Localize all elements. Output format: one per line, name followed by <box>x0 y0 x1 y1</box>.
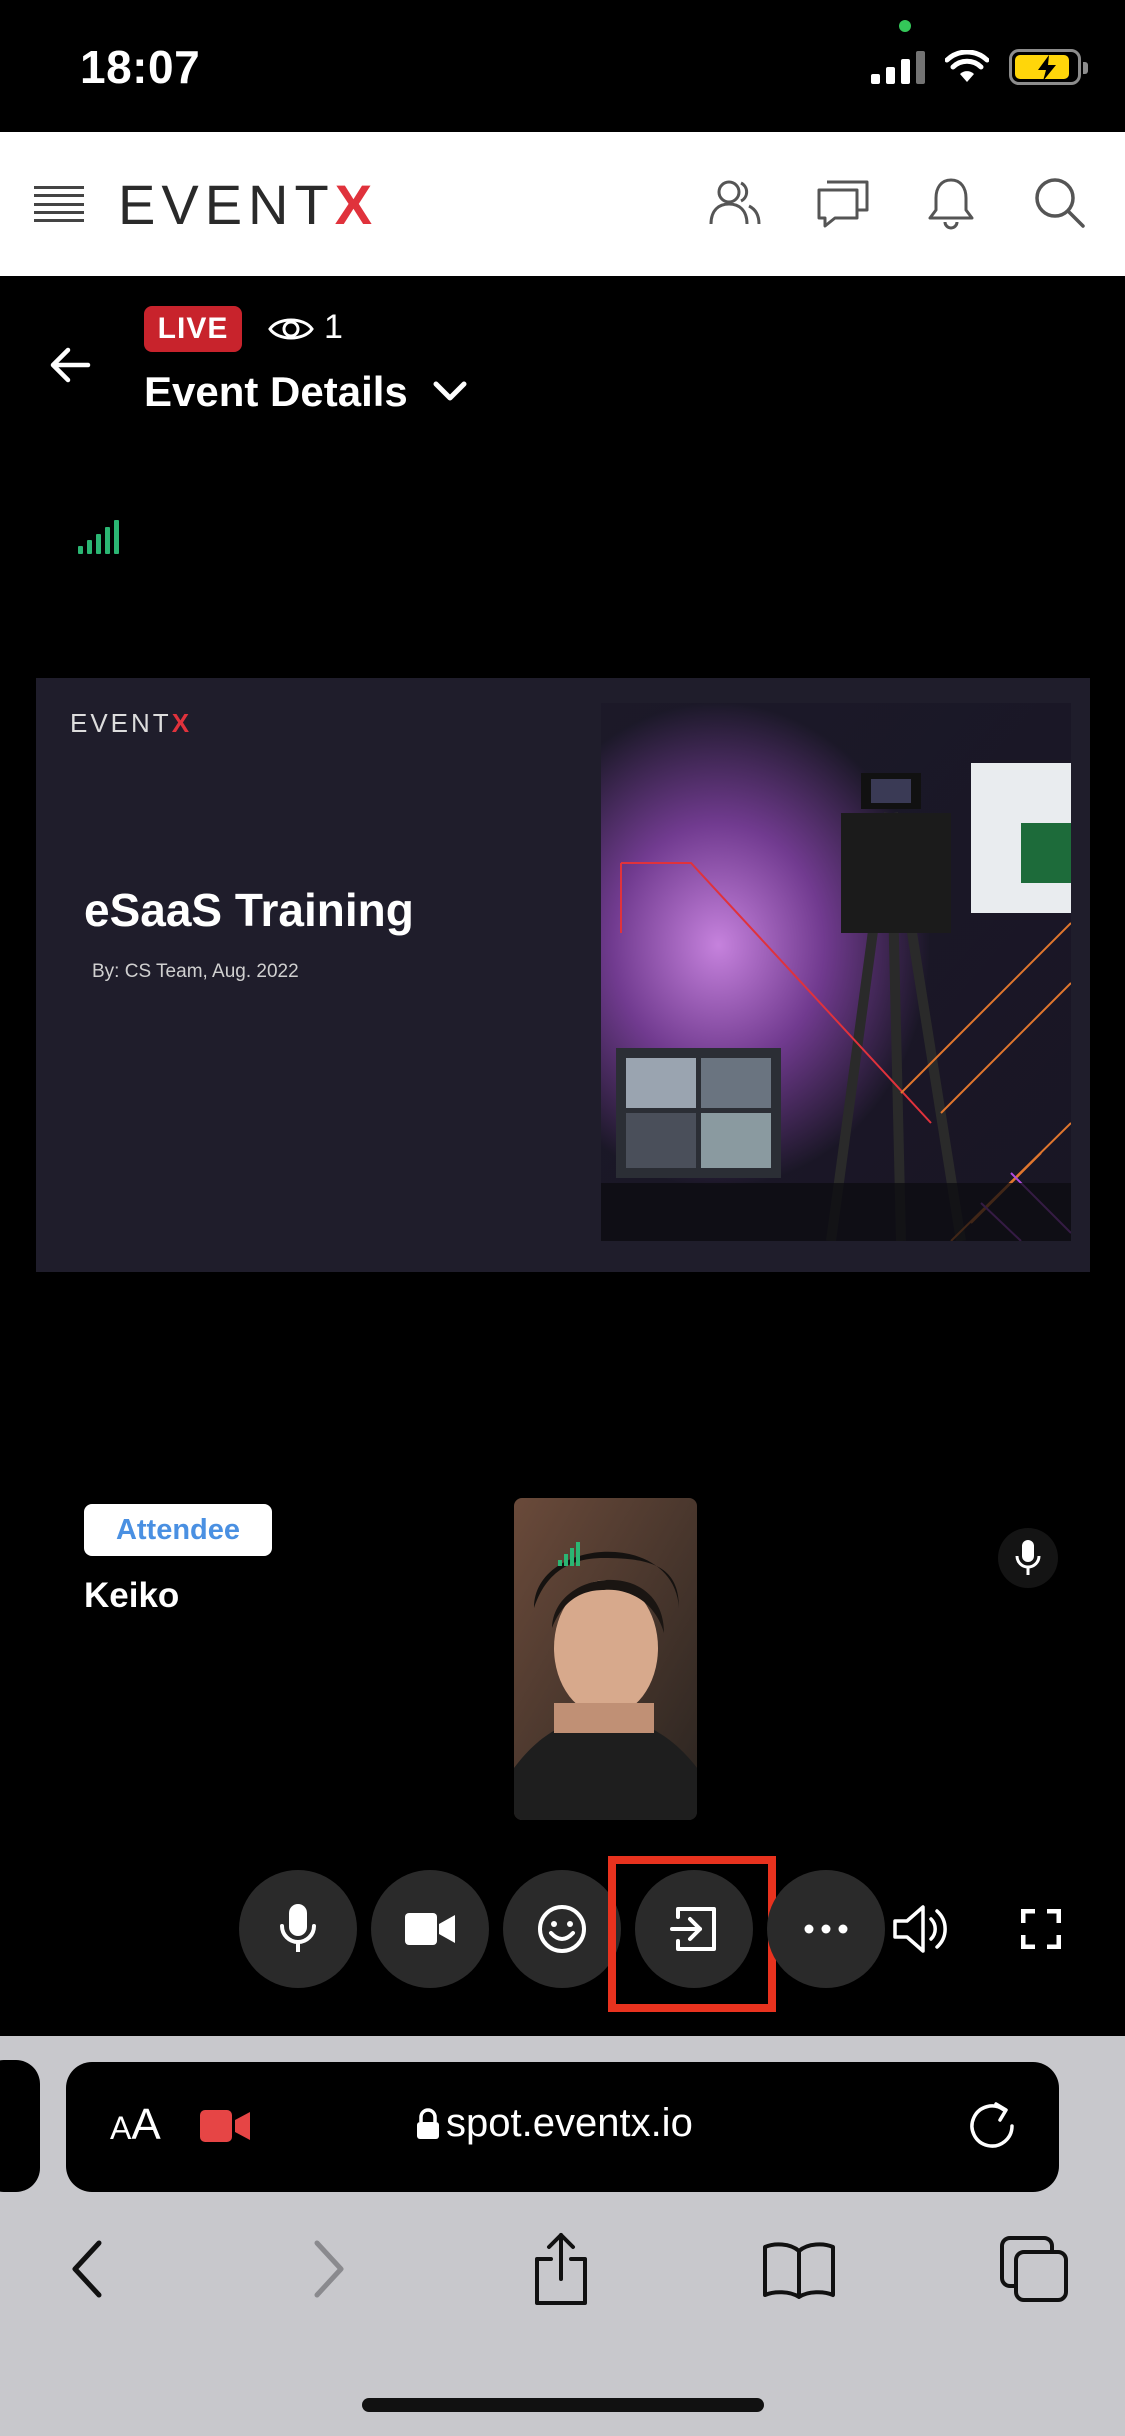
tabs-icon <box>1000 2236 1068 2302</box>
slide-logo-x: X <box>171 708 193 738</box>
camera-in-use-icon[interactable] <box>200 2108 252 2144</box>
status-bar: 18:07 <box>0 0 1125 132</box>
chevron-left-icon <box>72 2240 102 2298</box>
slide-camera-photo <box>601 703 1071 1241</box>
people-icon[interactable] <box>705 172 765 232</box>
bookmarks-button[interactable] <box>754 2224 844 2314</box>
hamburger-menu-icon[interactable] <box>34 182 84 226</box>
forward-button[interactable] <box>284 2224 374 2314</box>
chat-icon[interactable] <box>813 172 873 232</box>
logo-main-text: EVENT <box>118 173 335 236</box>
microphone-icon <box>280 1904 316 1952</box>
header-icons <box>705 172 1089 232</box>
search-icon[interactable] <box>1029 172 1089 232</box>
eye-icon <box>268 318 314 340</box>
event-details-title[interactable]: Event Details <box>144 368 408 416</box>
share-button[interactable] <box>516 2224 606 2314</box>
reactions-button[interactable] <box>503 1870 621 1988</box>
attendee-mic-icon <box>998 1528 1058 1588</box>
slide-title: eSaaS Training <box>84 884 414 936</box>
smiley-icon <box>538 1905 586 1953</box>
video-camera-icon <box>405 1913 455 1945</box>
back-button[interactable] <box>42 2224 132 2314</box>
ellipsis-icon <box>804 1924 848 1934</box>
attendee-role-badge: Attendee <box>84 1504 272 1556</box>
privacy-indicator-dot <box>899 20 911 32</box>
status-time: 18:07 <box>80 41 201 93</box>
live-badge: LIVE <box>144 306 242 352</box>
browser-nav-row <box>0 2224 1125 2314</box>
bell-icon[interactable] <box>921 172 981 232</box>
volume-button[interactable] <box>862 1870 980 1988</box>
url-text[interactable]: spot.eventx.io <box>446 2101 693 2146</box>
microphone-button[interactable] <box>239 1870 357 1988</box>
attendee-video-tile <box>514 1498 697 1820</box>
battery-icon <box>1009 49 1088 85</box>
home-indicator <box>362 2398 764 2412</box>
status-icons <box>871 44 1088 90</box>
lock-icon <box>417 2108 439 2139</box>
eventx-logo[interactable]: EVENTX <box>118 172 378 237</box>
text-size-button[interactable]: AA <box>110 2100 161 2150</box>
back-arrow-icon[interactable] <box>46 340 96 390</box>
book-icon <box>763 2242 835 2299</box>
text-size-big-a: A <box>131 2100 161 2149</box>
logo-x-text: X <box>334 173 379 236</box>
fullscreen-button[interactable] <box>982 1870 1100 1988</box>
camera-button[interactable] <box>371 1870 489 1988</box>
slide-logo-main: EVENT <box>70 708 172 738</box>
tabs-button[interactable] <box>990 2224 1080 2314</box>
share-icon <box>535 2233 587 2305</box>
network-quality-icon <box>78 518 119 554</box>
slide-logo: EVENTX <box>70 708 192 739</box>
chevron-right-icon <box>314 2240 344 2298</box>
app-header: EVENTX <box>0 132 1125 276</box>
reload-icon[interactable] <box>964 2098 1020 2154</box>
speaker-icon <box>893 1905 947 1953</box>
highlight-annotation-box <box>608 1856 776 2012</box>
slide-subtitle: By: CS Team, Aug. 2022 <box>92 961 299 982</box>
text-size-small-a: A <box>110 2110 132 2146</box>
chevron-down-icon[interactable] <box>432 378 468 404</box>
fullscreen-icon <box>1021 1909 1061 1949</box>
viewer-count: 1 <box>324 308 343 346</box>
shared-presentation-slide: EVENTX eSaaS Training By: CS Team, Aug. … <box>36 678 1090 1272</box>
wifi-icon <box>945 50 989 82</box>
attendee-name: Keiko <box>84 1576 180 1615</box>
cellular-signal-icon <box>871 50 925 84</box>
previous-tab-peek[interactable] <box>0 2060 40 2192</box>
